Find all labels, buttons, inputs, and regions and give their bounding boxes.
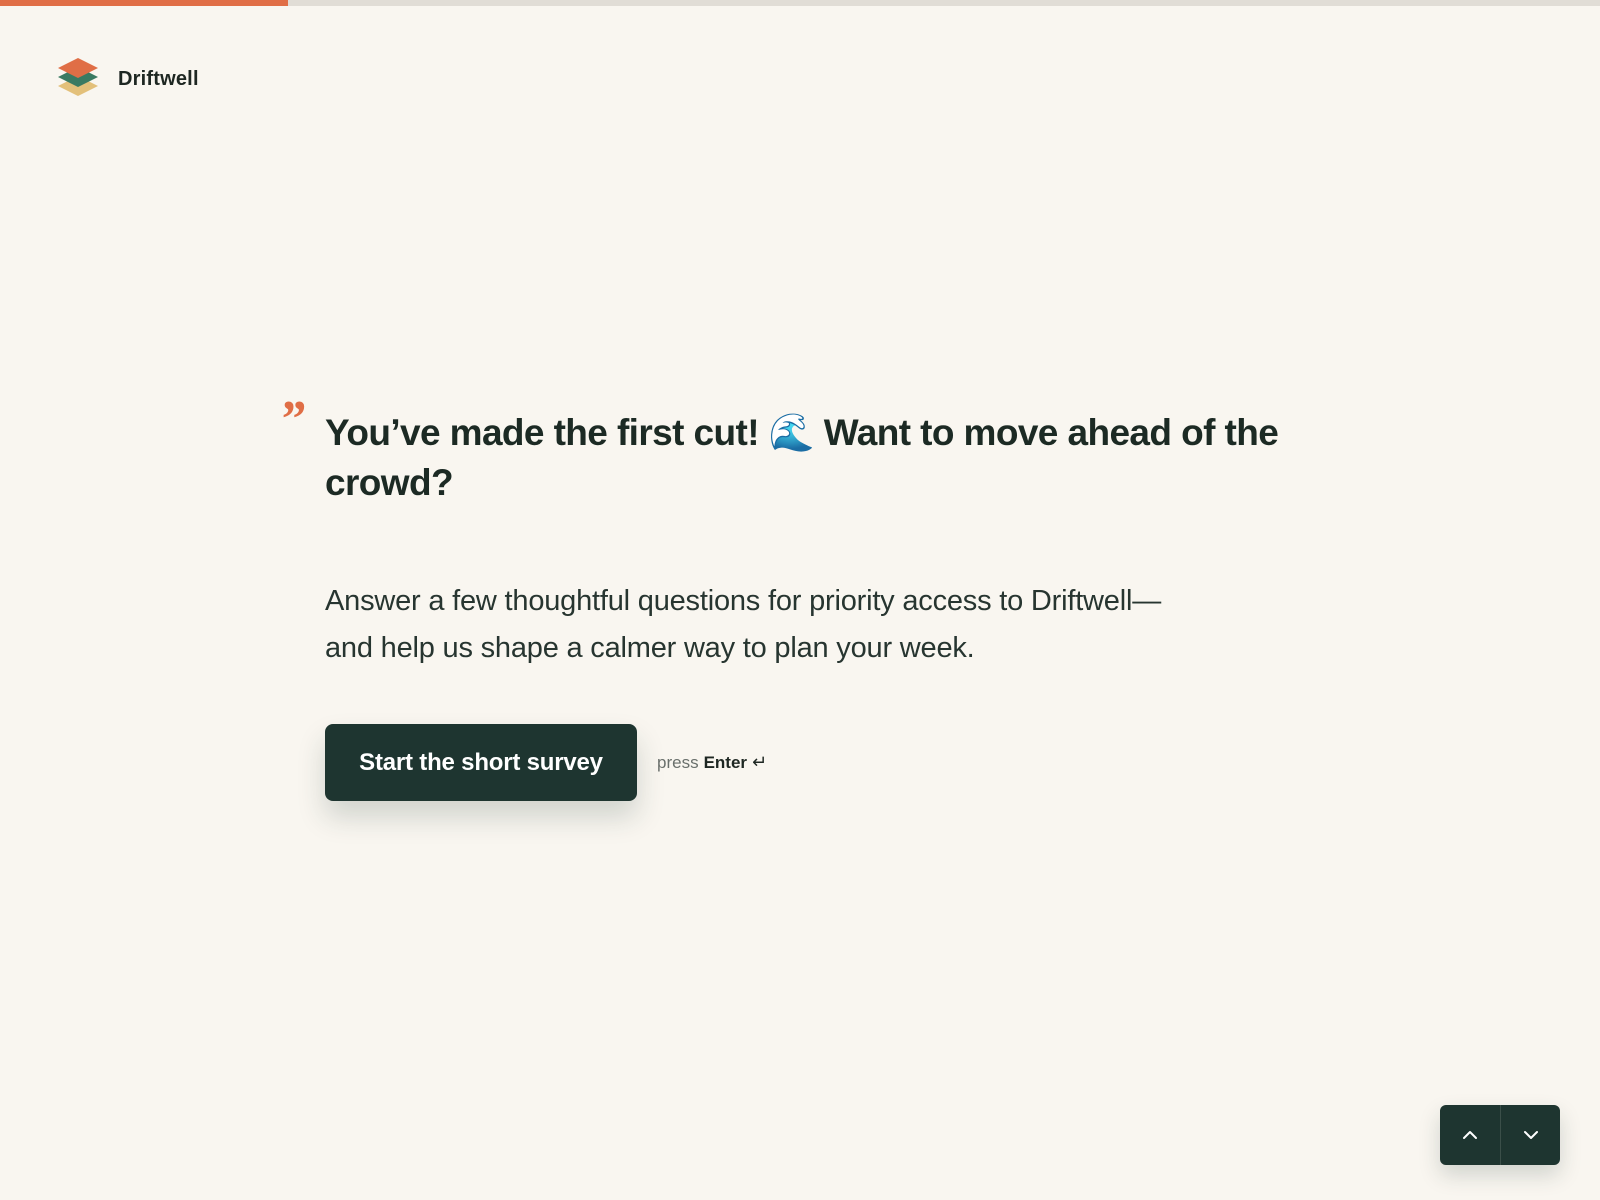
quote-mark-icon: ”	[279, 391, 305, 448]
headline: You’ve made the first cut! 🌊 Want to mov…	[325, 412, 1279, 503]
hint-prefix: press	[657, 752, 699, 772]
progress-track	[0, 0, 1600, 6]
previous-question-button[interactable]	[1440, 1105, 1500, 1165]
chevron-down-icon	[1523, 1131, 1538, 1139]
brand-logo-icon	[58, 58, 98, 96]
subtext: Answer a few thoughtful questions for pr…	[325, 585, 1162, 664]
brand-name: Driftwell	[118, 67, 199, 90]
welcome-screen: ” You’ve made the first cut! 🌊 Want to m…	[279, 394, 1285, 801]
next-question-button[interactable]	[1500, 1105, 1560, 1165]
hint-key: Enter	[703, 752, 748, 772]
chevron-up-icon	[1463, 1131, 1477, 1139]
cta-row: Start the short survey press Enter ↵	[325, 724, 1285, 801]
question-navigation	[1440, 1105, 1560, 1165]
start-survey-button[interactable]: Start the short survey	[325, 724, 637, 801]
brand: Driftwell	[58, 58, 199, 100]
progress-fill	[0, 0, 288, 6]
enter-hint: press Enter ↵	[657, 752, 767, 773]
enter-key-icon: ↵	[752, 752, 768, 772]
